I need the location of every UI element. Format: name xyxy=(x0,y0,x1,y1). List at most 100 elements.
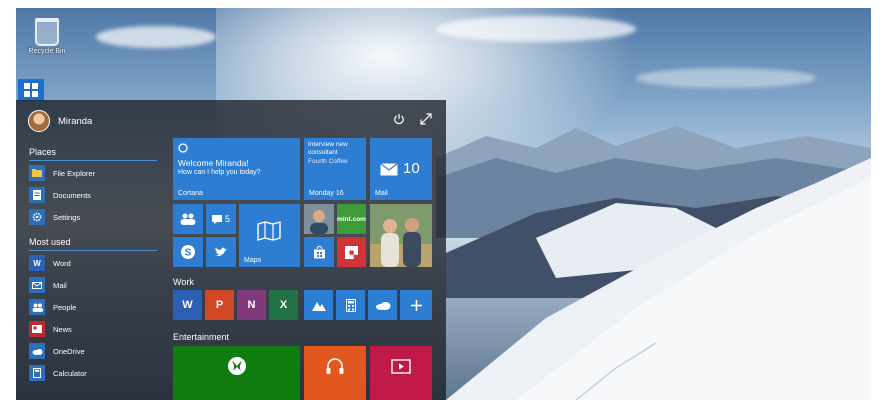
calculator-tile[interactable] xyxy=(336,290,365,320)
place-label: File Explorer xyxy=(53,168,96,178)
onenote-tile[interactable]: N xyxy=(237,290,266,320)
place-label: Documents xyxy=(53,190,91,200)
app-item-mail[interactable]: Mail xyxy=(29,276,67,294)
messaging-tile[interactable]: 5 xyxy=(206,204,236,234)
mail-label: Mail xyxy=(375,190,388,197)
xbox-icon xyxy=(227,357,246,375)
dynamics-tile[interactable] xyxy=(304,290,333,320)
powerpoint-icon: P xyxy=(215,299,224,311)
place-item-file-explorer[interactable]: File Explorer xyxy=(29,164,95,182)
store-tile[interactable] xyxy=(304,237,334,267)
twitter-tile[interactable] xyxy=(206,237,236,267)
start-menu: Miranda Places File Explorer Documents S… xyxy=(16,100,446,400)
calculator-icon xyxy=(29,365,45,381)
svg-text:S: S xyxy=(185,248,192,259)
app-label: News xyxy=(53,324,72,334)
calendar-label: Monday 16 xyxy=(309,190,344,197)
places-header: Places xyxy=(29,147,57,157)
news-icon xyxy=(29,321,45,337)
headphones-icon xyxy=(326,358,344,374)
work-group-header: Work xyxy=(173,277,194,287)
word-icon: W xyxy=(182,299,193,311)
mint-tile[interactable]: mint.com xyxy=(337,204,366,234)
people-icon xyxy=(180,213,196,225)
cloud-icon xyxy=(29,343,45,359)
contact-photo-tile[interactable] xyxy=(304,204,334,234)
cortana-title: Welcome Miranda! xyxy=(178,158,249,168)
excel-tile[interactable]: X xyxy=(269,290,298,320)
app-item-news[interactable]: News xyxy=(29,320,72,338)
app-item-calculator[interactable]: Calculator xyxy=(29,364,87,382)
chat-icon xyxy=(211,214,222,224)
app-label: Calculator xyxy=(53,368,87,378)
family-photo xyxy=(370,204,432,267)
place-item-documents[interactable]: Documents xyxy=(29,186,91,204)
cortana-tile[interactable]: Welcome Miranda! How can I help you toda… xyxy=(173,138,300,200)
music-tile[interactable] xyxy=(304,346,366,400)
map-icon xyxy=(257,221,281,241)
user-name: Miranda xyxy=(58,115,93,127)
powerpoint-tile[interactable]: P xyxy=(205,290,234,320)
dynamics-icon xyxy=(311,301,326,311)
recycle-bin-label: Recycle Bin xyxy=(28,48,66,55)
mint-text: mint.com xyxy=(337,215,366,223)
recycle-bin-icon[interactable]: Recycle Bin xyxy=(24,18,70,55)
app-item-people[interactable]: People xyxy=(29,298,76,316)
calendar-event: Interview new consultant xyxy=(308,141,348,156)
cortana-circle-icon xyxy=(178,143,188,153)
calculator-icon xyxy=(345,298,356,312)
messaging-count: 5 xyxy=(224,214,230,224)
mail-tile[interactable]: 10 Mail xyxy=(370,138,432,200)
app-label: Mail xyxy=(53,280,67,290)
power-icon[interactable] xyxy=(392,112,405,125)
avatar xyxy=(28,110,50,132)
app-label: OneDrive xyxy=(53,346,85,356)
flipboard-tile[interactable] xyxy=(337,237,366,267)
folder-icon xyxy=(29,165,45,181)
user-profile[interactable]: Miranda xyxy=(28,110,92,132)
maps-label: Maps xyxy=(244,257,262,264)
most-used-header: Most used xyxy=(29,237,71,247)
skype-icon: S xyxy=(181,245,195,259)
document-icon xyxy=(29,187,45,203)
calendar-tile[interactable]: Interview new consultant Fourth Coffee M… xyxy=(304,138,366,200)
store-bag-icon xyxy=(313,245,325,258)
app-item-word[interactable]: W Word xyxy=(29,254,71,272)
excel-icon: X xyxy=(279,299,288,311)
calendar-location: Fourth Coffee xyxy=(308,158,348,165)
mail-icon xyxy=(380,163,398,176)
xbox-tile[interactable] xyxy=(173,346,300,400)
app-label: People xyxy=(53,302,77,312)
people-icon xyxy=(29,299,45,315)
twitter-icon xyxy=(215,247,227,256)
start-top-controls xyxy=(392,112,432,125)
word-tile[interactable]: W xyxy=(173,290,202,320)
place-label: Settings xyxy=(53,212,81,222)
video-play-icon xyxy=(391,358,411,374)
video-tile[interactable] xyxy=(370,346,432,400)
windows-logo-icon[interactable] xyxy=(18,79,44,101)
app-label: Word xyxy=(53,258,71,268)
maps-tile[interactable]: Maps xyxy=(239,204,300,267)
place-item-settings[interactable]: Settings xyxy=(29,208,80,226)
cortana-subtitle: How can I help you today? xyxy=(178,169,261,176)
expand-icon[interactable] xyxy=(419,112,432,125)
onedrive-tile[interactable] xyxy=(368,290,397,320)
trash-icon xyxy=(35,18,59,46)
cortana-label: Cortana xyxy=(178,190,203,197)
divider xyxy=(29,250,157,251)
gear-icon xyxy=(29,209,45,225)
skype-tile[interactable]: S xyxy=(173,237,203,267)
entertainment-group-header: Entertainment xyxy=(173,332,230,342)
app-item-onedrive[interactable]: OneDrive xyxy=(29,342,85,360)
flipboard-icon xyxy=(345,245,358,259)
onenote-icon: N xyxy=(247,299,256,311)
people-tile[interactable] xyxy=(173,204,203,234)
start-left-column: Miranda Places File Explorer Documents S… xyxy=(16,100,166,400)
add-tile-button[interactable] xyxy=(400,290,432,320)
photos-tile[interactable] xyxy=(370,204,432,267)
plus-icon xyxy=(410,299,422,311)
word-icon: W xyxy=(29,255,45,271)
cloud-icon xyxy=(375,301,390,310)
mail-icon xyxy=(29,277,45,293)
